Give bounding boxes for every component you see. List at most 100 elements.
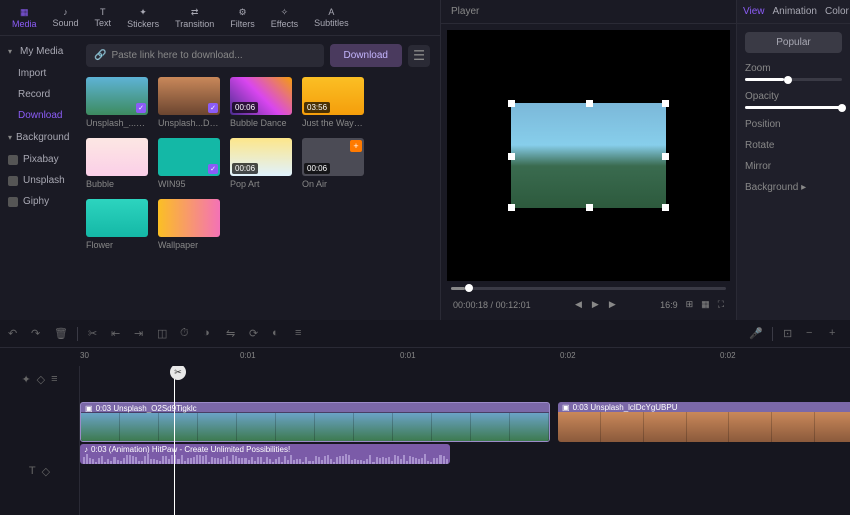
grid-icon[interactable]: ▦ <box>701 299 710 310</box>
download-button[interactable]: Download <box>330 44 402 67</box>
rotate-label[interactable]: Rotate <box>745 140 842 151</box>
zoom-in-icon[interactable]: + <box>829 327 842 340</box>
zoom-out-icon[interactable]: − <box>806 327 819 340</box>
media-card[interactable]: 00:06Bubble Dance <box>230 77 292 128</box>
tool-subtitles[interactable]: ASubtitles <box>306 2 357 33</box>
resize-handle[interactable] <box>508 204 515 211</box>
tab-view[interactable]: View <box>743 4 765 19</box>
zoom-slider[interactable] <box>745 78 842 81</box>
media-label: Bubble <box>86 179 148 189</box>
redo-icon[interactable]: ↷ <box>31 327 44 340</box>
tool-media[interactable]: ▦Media <box>4 2 45 33</box>
track-head-video[interactable]: 🔍 <box>0 392 79 418</box>
resize-handle[interactable] <box>662 100 669 107</box>
snapshot-icon[interactable]: ⊞ <box>686 299 694 310</box>
resize-handle[interactable] <box>508 100 515 107</box>
transition-icon: ⇄ <box>191 7 199 18</box>
tool-label: Stickers <box>127 19 159 29</box>
crop-start-icon[interactable]: ⇤ <box>111 327 124 340</box>
resize-handle[interactable] <box>586 100 593 107</box>
background-label[interactable]: Background ▸ <box>745 182 842 193</box>
filters-icon: ⚙ <box>238 7 246 18</box>
pixabay-icon <box>8 155 18 165</box>
tool-transition[interactable]: ⇄Transition <box>167 2 222 33</box>
tool-stickers[interactable]: ✦Stickers <box>119 2 167 33</box>
crop-end-icon[interactable]: ⇥ <box>134 327 147 340</box>
add-icon[interactable]: + <box>350 140 362 152</box>
media-library: 🔗 Paste link here to download... Downloa… <box>76 36 440 320</box>
clip-label: 0:03 Unsplash_O2Sd9Tigklc <box>96 404 197 413</box>
fullscreen-icon[interactable]: ⛶ <box>718 299 724 310</box>
delete-icon[interactable]: 🗑 <box>54 327 67 340</box>
aspect-ratio[interactable]: 16:9 <box>660 300 678 310</box>
tab-animation[interactable]: Animation <box>773 4 817 19</box>
resize-handle[interactable] <box>508 153 515 160</box>
mirror-icon[interactable]: ⇋ <box>226 327 239 340</box>
video-clip-2[interactable]: ▣0:03 Unsplash_lclDcYgUBPU <box>558 402 850 442</box>
tool-text[interactable]: TText <box>87 2 120 33</box>
sidebar-group-my-media[interactable]: My Media <box>0 40 76 63</box>
sidebar-item-import[interactable]: Import <box>0 63 76 84</box>
sidebar-brand-pixabay[interactable]: Pixabay <box>0 149 76 170</box>
audio-clip[interactable]: ♪0:03 (Animation) HitPaw - Create Unlimi… <box>80 444 450 464</box>
media-card[interactable]: ✓Unsplash_...Sd9Tigklc <box>86 77 148 128</box>
media-card[interactable]: ✓WIN95 <box>158 138 220 189</box>
player-panel: Player 00:00:18 / 00:12:01 <box>440 0 736 320</box>
popular-button[interactable]: Popular <box>745 32 842 53</box>
sidebar: My MediaImportRecordDownloadBackgroundPi… <box>0 36 76 320</box>
sidebar-item-download[interactable]: Download <box>0 105 76 126</box>
effects-icon: ✧ <box>281 7 289 18</box>
opacity-icon[interactable]: ◐ <box>272 327 285 340</box>
opacity-slider[interactable] <box>745 106 842 109</box>
tab-color[interactable]: Color <box>825 4 849 19</box>
tool-sound[interactable]: ♪Sound <box>45 2 87 33</box>
tool-filters[interactable]: ⚙Filters <box>222 2 263 33</box>
next-button[interactable]: ▶ <box>609 299 616 310</box>
sidebar-group-background[interactable]: Background <box>0 126 76 149</box>
text-icon: T <box>100 7 106 17</box>
media-card[interactable]: Bubble <box>86 138 148 189</box>
playhead[interactable] <box>174 366 175 515</box>
track-area[interactable]: ✂ ▣0:03 Unsplash_O2Sd9Tigklc ▣0:03 Unspl… <box>80 366 850 515</box>
media-card[interactable]: 00:06Pop Art <box>230 138 292 189</box>
media-card[interactable]: 03:56Just the Way You Are <box>302 77 364 128</box>
cut-icon[interactable]: ✂ <box>88 327 101 340</box>
sidebar-item-record[interactable]: Record <box>0 84 76 105</box>
track-head-audio[interactable]: T◇ <box>0 458 79 484</box>
selected-clip[interactable] <box>511 103 666 208</box>
track-icon[interactable]: ≡ <box>295 327 308 340</box>
mask-icon[interactable]: ◑ <box>203 327 216 340</box>
prev-button[interactable]: ◀ <box>575 299 582 310</box>
sidebar-brand-giphy[interactable]: Giphy <box>0 191 76 212</box>
resize-handle[interactable] <box>662 204 669 211</box>
mirror-label[interactable]: Mirror <box>745 161 842 172</box>
scrub-bar[interactable] <box>447 281 730 295</box>
media-label: Wallpaper <box>158 240 220 250</box>
link-input[interactable]: 🔗 Paste link here to download... <box>86 44 324 67</box>
undo-icon[interactable]: ↶ <box>8 327 21 340</box>
sidebar-brand-unsplash[interactable]: Unsplash <box>0 170 76 191</box>
media-card[interactable]: Wallpaper <box>158 199 220 250</box>
media-card[interactable]: Flower <box>86 199 148 250</box>
tool-label: Subtitles <box>314 18 349 28</box>
resize-handle[interactable] <box>586 204 593 211</box>
tool-label: Effects <box>271 19 298 29</box>
media-card[interactable]: ✓Unsplash...DcYgUBPU <box>158 77 220 128</box>
rotate-icon[interactable]: ⟳ <box>249 327 262 340</box>
track-head-effects[interactable]: ✦◇≡ <box>0 366 79 392</box>
track-headers: ✦◇≡ 🔍 T◇ <box>0 366 80 515</box>
media-card[interactable]: 00:06+On Air <box>302 138 364 189</box>
play-button[interactable]: ▶ <box>592 299 599 310</box>
player-stage[interactable] <box>447 30 730 281</box>
tool-effects[interactable]: ✧Effects <box>263 2 306 33</box>
speed-icon[interactable]: ⏱ <box>180 327 193 340</box>
position-label[interactable]: Position <box>745 119 842 130</box>
crop-icon[interactable]: ◫ <box>157 327 170 340</box>
resize-handle[interactable] <box>662 153 669 160</box>
mic-icon[interactable]: 🎤 <box>749 327 762 340</box>
fit-icon[interactable]: ⊡ <box>783 327 796 340</box>
list-view-button[interactable]: ☰ <box>408 45 430 67</box>
timeline-ruler[interactable]: 300:010:010:020:02 <box>80 348 850 366</box>
mute-icon: ≡ <box>51 373 57 385</box>
video-clip-1[interactable]: ▣0:03 Unsplash_O2Sd9Tigklc <box>80 402 550 442</box>
